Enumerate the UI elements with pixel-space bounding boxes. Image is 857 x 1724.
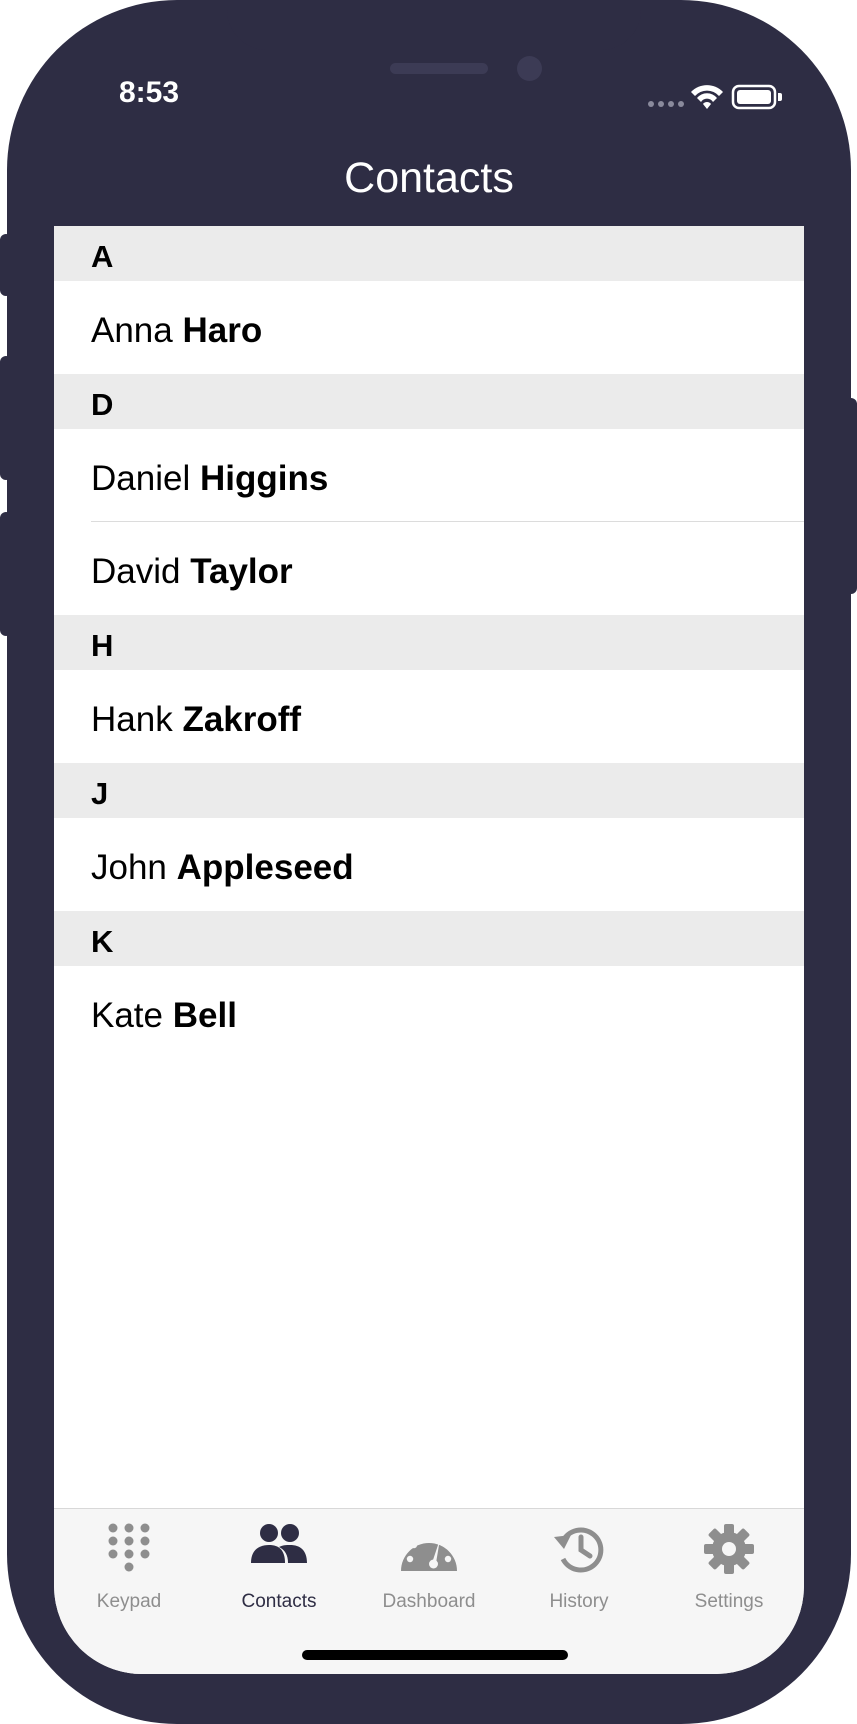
first-name: Anna (91, 311, 173, 350)
last-name: Taylor (190, 552, 293, 591)
tab-keypad[interactable]: Keypad (54, 1509, 204, 1612)
section-header-j: J (54, 763, 804, 818)
screen: Contacts A Anna Haro D Daniel Higgins Da… (54, 58, 804, 1674)
tab-history[interactable]: History (504, 1509, 654, 1612)
section-header-h: H (54, 615, 804, 670)
first-name: Daniel (91, 459, 191, 498)
last-name: Bell (172, 996, 237, 1035)
contact-row[interactable]: John Appleseed (54, 818, 804, 911)
battery-icon (731, 84, 782, 110)
last-name: Haro (182, 311, 263, 350)
first-name: Kate (91, 996, 163, 1035)
status-time: 8:53 (119, 76, 180, 109)
contact-name: John Appleseed (91, 848, 354, 888)
tab-dashboard[interactable]: Dashboard (354, 1509, 504, 1612)
tab-label: Keypad (96, 1591, 162, 1612)
contact-row[interactable]: Daniel Higgins (54, 429, 804, 522)
contact-name: Kate Bell (91, 996, 237, 1036)
section-header-d: D (54, 374, 804, 429)
front-camera (517, 56, 542, 81)
contact-row[interactable]: Anna Haro (54, 281, 804, 374)
section-letter: J (91, 776, 109, 811)
section-header-k: K (54, 911, 804, 966)
dashboard-icon (398, 1523, 460, 1580)
speaker-grille (390, 63, 488, 74)
contacts-list: A Anna Haro D Daniel Higgins David Taylo… (54, 226, 804, 1059)
section-letter: K (91, 924, 114, 959)
phone-frame: Contacts A Anna Haro D Daniel Higgins Da… (7, 0, 851, 1724)
tab-label: Contacts (241, 1591, 317, 1612)
contacts-icon (250, 1523, 308, 1572)
home-indicator[interactable] (302, 1650, 568, 1660)
section-letter: D (91, 387, 114, 422)
section-letter: H (91, 628, 114, 663)
tab-settings[interactable]: Settings (654, 1509, 804, 1612)
first-name: Hank (91, 700, 173, 739)
last-name: Appleseed (176, 848, 354, 887)
signal-icon (648, 101, 684, 107)
contact-row[interactable]: David Taylor (54, 522, 804, 615)
contact-name: Daniel Higgins (91, 459, 328, 499)
last-name: Zakroff (182, 700, 302, 739)
tab-contacts[interactable]: Contacts (204, 1509, 354, 1612)
first-name: David (91, 552, 181, 591)
gear-icon (703, 1523, 755, 1580)
tab-label: Settings (694, 1591, 764, 1612)
contact-name: Hank Zakroff (91, 700, 301, 740)
contact-row[interactable]: Kate Bell (54, 966, 804, 1059)
section-letter: A (91, 239, 114, 274)
contact-name: Anna Haro (91, 311, 262, 351)
last-name: Higgins (199, 459, 329, 498)
keypad-icon (107, 1523, 151, 1584)
wifi-icon (691, 85, 723, 109)
notch (227, 0, 641, 50)
status-icons (647, 82, 783, 112)
contact-row[interactable]: Hank Zakroff (54, 670, 804, 763)
first-name: John (91, 848, 167, 887)
tab-label: Dashboard (382, 1591, 476, 1612)
page-title: Contacts (344, 154, 514, 202)
section-header-a: A (54, 226, 804, 281)
tab-label: History (549, 1591, 609, 1612)
history-icon (551, 1523, 607, 1580)
contact-name: David Taylor (91, 552, 293, 592)
